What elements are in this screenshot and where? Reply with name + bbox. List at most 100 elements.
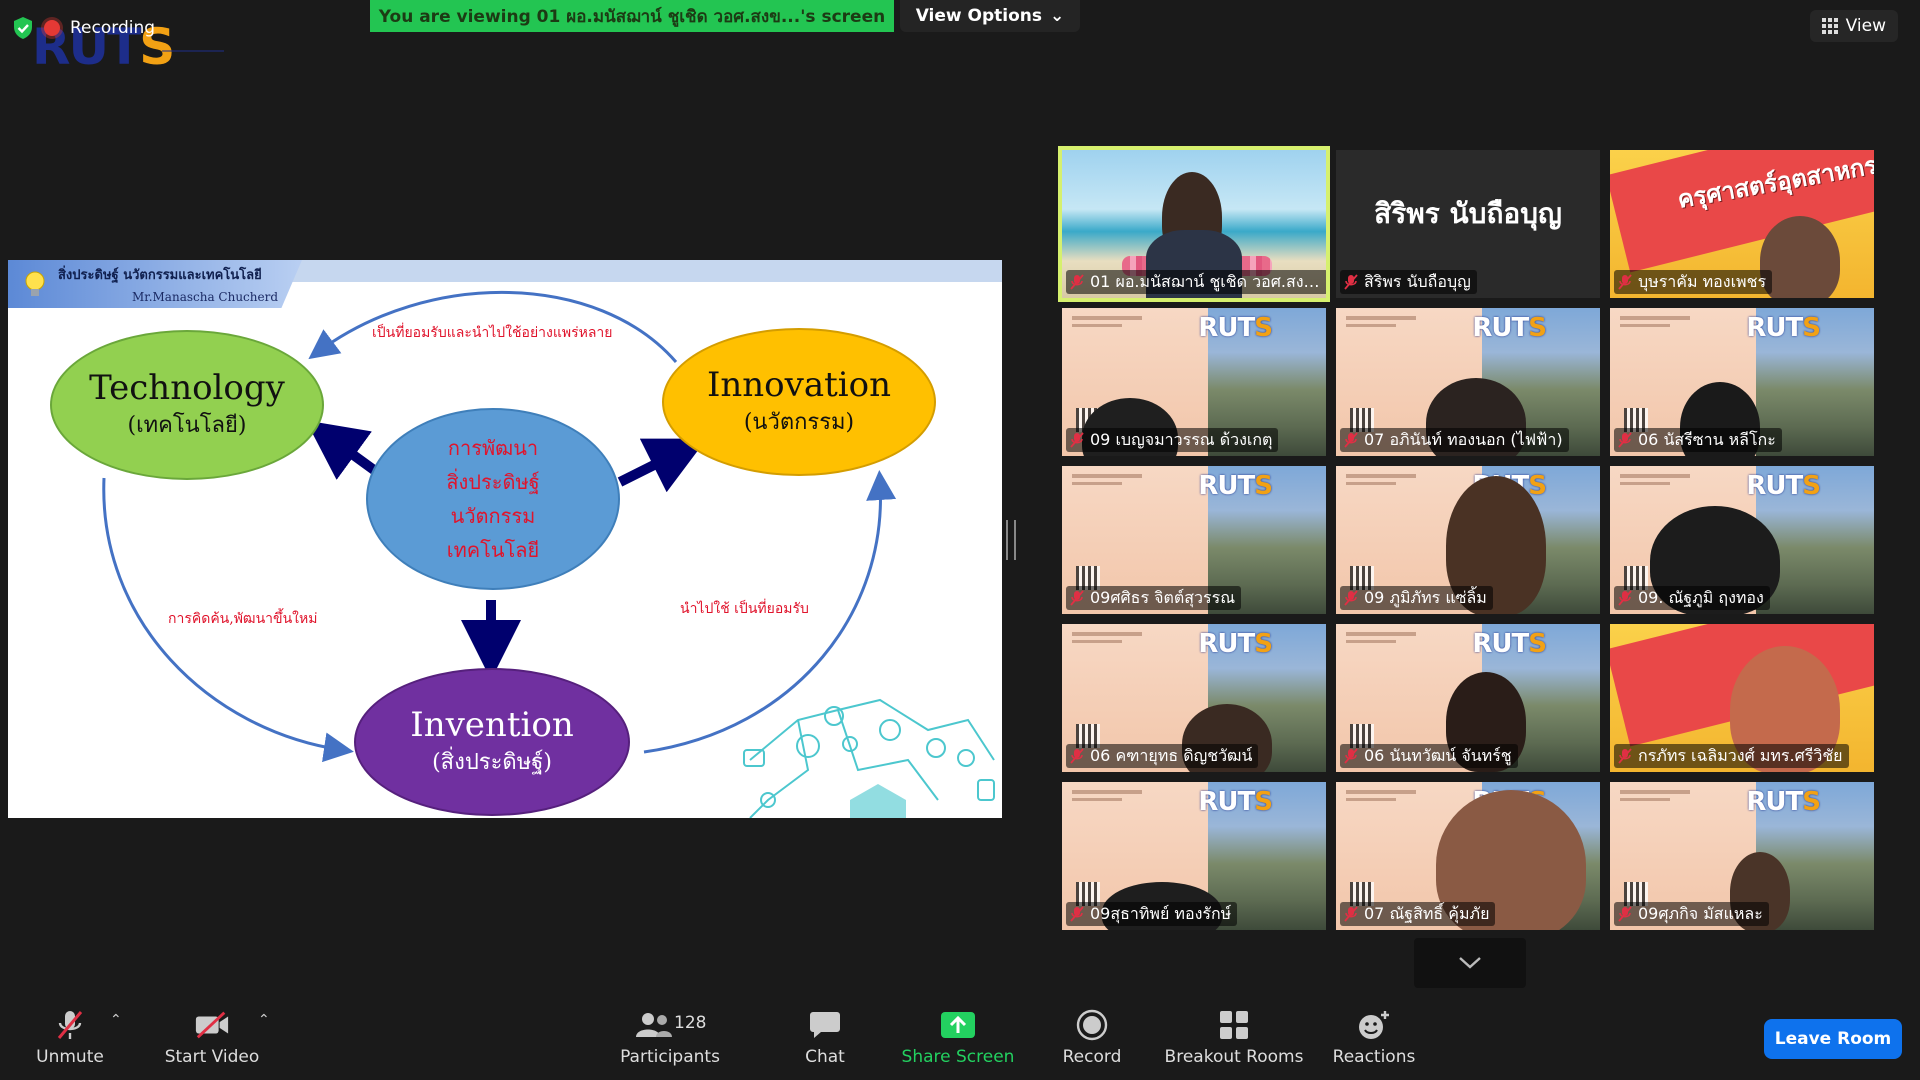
participant-tile[interactable]: RUTS 09สุธาทิพย์ ทองรักษ์ <box>1062 782 1326 930</box>
share-screen-label: Share Screen <box>901 1047 1015 1067</box>
participant-tile[interactable]: RUTS 09ศศิธร จิตต์สุวรรณ <box>1062 466 1326 614</box>
participant-tile[interactable]: RUTS09 ภูมิภัทร แซ่ลิ้ม <box>1336 466 1600 614</box>
share-screen-button[interactable]: Share Screen <box>898 996 1018 1080</box>
start-video-label: Start Video <box>164 1047 260 1067</box>
participant-tile[interactable]: ครุศาสตร์อุตสาหกรรม บุษราคัม ทองเพชร <box>1610 150 1874 298</box>
view-label: View <box>1845 16 1886 36</box>
reactions-icon <box>1359 1011 1389 1039</box>
mic-muted-icon <box>1344 590 1358 606</box>
participant-name: 07 อภินันท์ ทองนอก (ไฟฟ้า) <box>1364 429 1563 449</box>
participants-count: 128 <box>674 1013 707 1033</box>
participant-tile[interactable]: RUTS 09. ณัฐภูมิ ฤงทอง <box>1610 466 1874 614</box>
participant-name-bar: 06 นันทวัฒน์ จันทร์ชู <box>1340 744 1518 768</box>
logo-underline <box>162 50 224 66</box>
chat-label: Chat <box>805 1047 845 1067</box>
center-line: นวัตกรรม <box>450 504 536 528</box>
participant-name: 09. ณัฐภูมิ ฤงทอง <box>1638 587 1764 607</box>
participant-name-bar: 09 ภูมิภัทร แซ่ลิ้ม <box>1340 586 1493 610</box>
participant-tile[interactable]: RUTS 06 นัสรีซาน หลีโกะ <box>1610 308 1874 456</box>
ruts-background-logo: RUTS <box>1198 629 1273 659</box>
innovation-sub: (นวัตกรรม) <box>743 410 855 435</box>
gallery-next-page-button[interactable] <box>1414 938 1526 988</box>
participant-name-bar: 09ศศิธร จิตต์สุวรรณ <box>1066 586 1242 610</box>
participant-name: 09 เบญจมาวรรณ ด้วงเกตุ <box>1090 429 1273 449</box>
participant-name-bar: 06 คฑายุทธ ดิญชวัฒน์ <box>1066 744 1259 768</box>
audio-options-caret[interactable]: ⌃ <box>110 1012 122 1028</box>
ruts-background-logo: RUTS <box>1198 471 1273 501</box>
participant-name: 07 ณัฐสิทธิ์ คุ้มภัย <box>1364 903 1490 923</box>
innovation-node: Innovation (นวัตกรรม) <box>662 328 936 476</box>
recording-dot-icon <box>44 20 60 36</box>
participant-tile[interactable]: RUTS07 ณัฐสิทธิ์ คุ้มภัย <box>1336 782 1600 930</box>
participant-tile[interactable]: สิริพร นับถือบุญ สิริพร นับถือบุญ <box>1336 150 1600 298</box>
participant-tile[interactable]: RUTS 09ศุภกิจ มัสแหละ <box>1610 782 1874 930</box>
chevron-down-icon: ⌄ <box>1050 6 1065 26</box>
label-right: นำไปใช้ เป็นที่ยอมรับ <box>680 601 809 617</box>
participant-name-bar: 07 อภินันท์ ทองนอก (ไฟฟ้า) <box>1340 428 1569 452</box>
chat-button[interactable]: Chat <box>785 996 865 1080</box>
view-options-button[interactable]: View Options ⌄ <box>900 0 1080 32</box>
participant-name: 09 ภูมิภัทร แซ่ลิ้ม <box>1364 587 1487 607</box>
security-shield-icon <box>14 17 32 39</box>
ruts-background-logo: RUTS <box>1746 313 1821 343</box>
participant-name: สิริพร นับถือบุญ <box>1364 271 1471 291</box>
ruts-background-logo: RUTS <box>1746 471 1821 501</box>
participant-name: 06 นันทวัฒน์ จันทร์ชู <box>1364 745 1512 765</box>
mic-muted-icon <box>1618 590 1632 606</box>
video-off-icon <box>195 1011 229 1039</box>
split-view-divider[interactable] <box>1006 520 1016 560</box>
leave-room-button[interactable]: Leave Room <box>1764 1019 1902 1059</box>
technology-node: Technology (เทคโนโลยี) <box>50 330 324 480</box>
recording-indicator[interactable]: Recording <box>12 12 155 44</box>
unmute-button[interactable]: Unmute <box>30 996 110 1080</box>
share-screen-icon <box>941 1012 975 1038</box>
participant-name-bar: 07 ณัฐสิทธิ์ คุ้มภัย <box>1340 902 1496 926</box>
participant-tile[interactable]: 01 ผอ.มนัสฌาน์ ชูเชิด วอศ.สงขลา <box>1058 146 1330 302</box>
mic-muted-icon <box>1070 590 1084 606</box>
participant-name-bar: กรภัทร เฉลิมวงศ์ มทร.ศรีวิชัย <box>1614 744 1849 768</box>
breakout-rooms-button[interactable]: Breakout Rooms <box>1160 996 1308 1080</box>
mic-muted-icon <box>57 1011 83 1039</box>
participant-name-bar: บุษราคัม ทองเพชร <box>1614 270 1773 294</box>
participant-tile[interactable]: RUTS 06 นันทวัฒน์ จันทร์ชู <box>1336 624 1600 772</box>
development-node: การพัฒนา สิ่งประดิษฐ์ นวัตกรรม เทคโนโลยี <box>366 408 620 590</box>
participant-tile[interactable]: RUTS 07 อภินันท์ ทองนอก (ไฟฟ้า) <box>1336 308 1600 456</box>
technology-sub: (เทคโนโลยี) <box>127 413 247 438</box>
mic-muted-icon <box>1618 432 1632 448</box>
participant-tile[interactable]: RUTS 06 คฑายุทธ ดิญชวัฒน์ <box>1062 624 1326 772</box>
mic-muted-icon <box>1070 906 1084 922</box>
participant-name: บุษราคัม ทองเพชร <box>1638 271 1767 291</box>
participant-name-bar: สิริพร นับถือบุญ <box>1340 270 1477 294</box>
mic-muted-icon <box>1344 274 1358 290</box>
center-line: การพัฒนา <box>447 436 539 460</box>
mic-muted-icon <box>1344 906 1358 922</box>
mic-muted-icon <box>1618 274 1632 290</box>
ruts-background-logo: RUTS <box>1198 787 1273 817</box>
ruts-background-logo: RUTS <box>1472 313 1547 343</box>
ruts-background-logo: RUTS <box>1198 313 1273 343</box>
meeting-toolbar: Unmute ⌃ Start Video ⌃ 128 Participants <box>0 996 1920 1080</box>
video-options-caret[interactable]: ⌃ <box>258 1012 270 1028</box>
participants-button[interactable]: 128 Participants <box>610 996 730 1080</box>
mic-muted-icon <box>1070 432 1084 448</box>
ruts-background-logo: RUTS <box>1746 787 1821 817</box>
innovation-title: Innovation <box>706 365 892 405</box>
view-button[interactable]: View <box>1809 10 1898 42</box>
chevron-down-icon <box>1459 957 1481 969</box>
participants-icon <box>636 1013 672 1037</box>
mic-muted-icon <box>1344 432 1358 448</box>
grid-view-icon <box>1821 18 1838 34</box>
shared-screen-slide: สิ่งประดิษฐ์ นวัตกรรมและเทคโนโลยี Mr.Man… <box>8 260 1002 818</box>
participant-name-bar: 06 นัสรีซาน หลีโกะ <box>1614 428 1782 452</box>
participant-name-bar: 09สุธาทิพย์ ทองรักษ์ <box>1066 902 1238 926</box>
participant-tile[interactable]: RUTS 09 เบญจมาวรรณ ด้วงเกตุ <box>1062 308 1326 456</box>
reactions-button[interactable]: Reactions <box>1328 996 1420 1080</box>
mic-muted-icon <box>1070 748 1084 764</box>
start-video-button[interactable]: Start Video <box>152 996 272 1080</box>
participant-name: 06 นัสรีซาน หลีโกะ <box>1638 429 1776 449</box>
participant-name-bar: 01 ผอ.มนัสฌาน์ ชูเชิด วอศ.สงขลา <box>1066 270 1326 294</box>
record-button[interactable]: Record <box>1052 996 1132 1080</box>
participant-name-bar: 09ศุภกิจ มัสแหละ <box>1614 902 1769 926</box>
participant-tile[interactable]: กรภัทร เฉลิมวงศ์ มทร.ศรีวิชัย <box>1610 624 1874 772</box>
breakout-rooms-icon <box>1220 1011 1248 1039</box>
